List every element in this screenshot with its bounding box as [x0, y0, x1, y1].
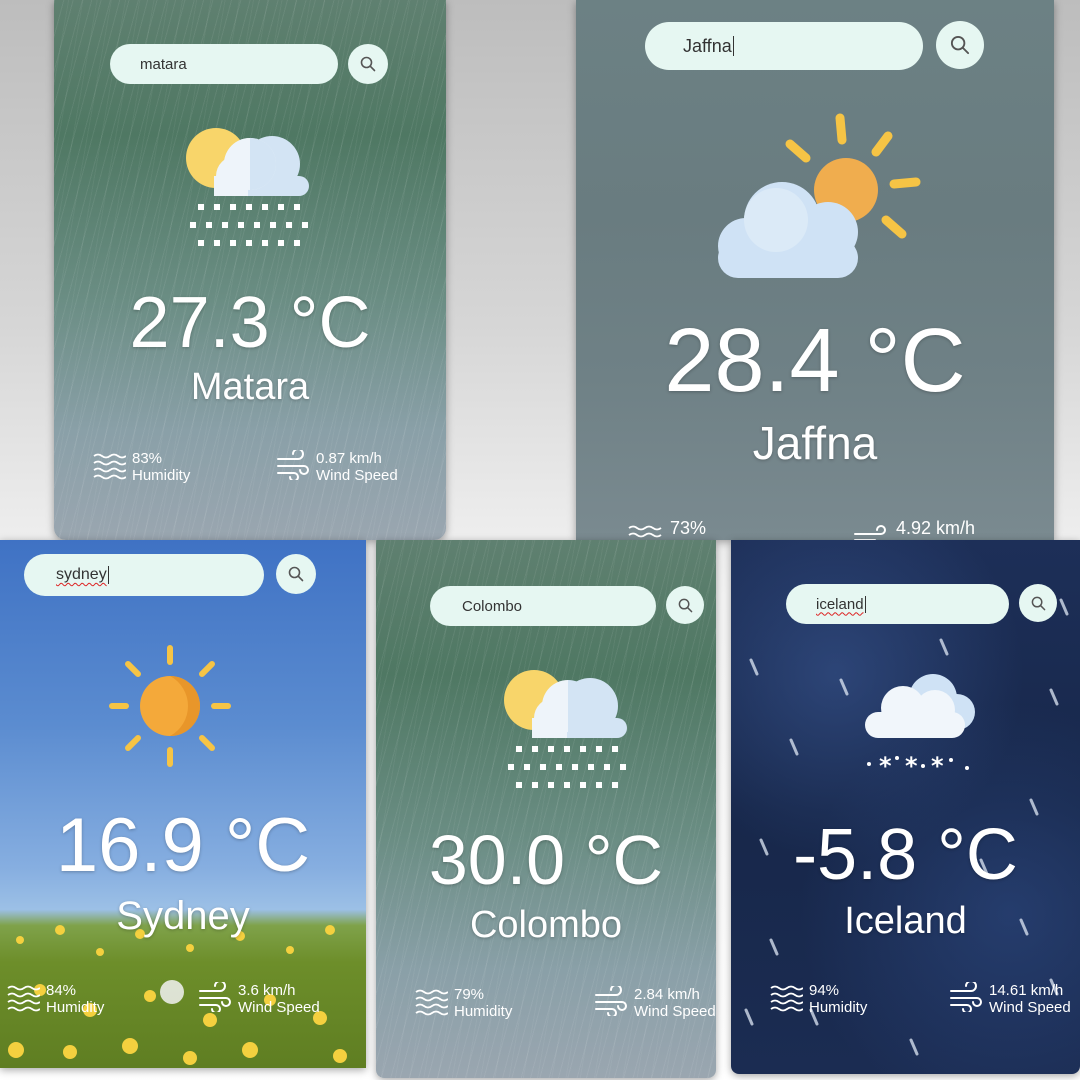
search-button[interactable] [1019, 584, 1057, 622]
wind-icon [595, 986, 627, 1016]
humidity-value: 83% [132, 450, 163, 467]
wind-label: Wind Speed [238, 999, 320, 1017]
wind-icon [854, 525, 886, 540]
city-name: Sydney [116, 894, 250, 938]
search-input-value: Jaffna [683, 35, 732, 56]
wind-icon [950, 982, 982, 1012]
search-button[interactable] [348, 44, 388, 84]
humidity-detail: 83% Humidity [92, 450, 190, 485]
humidity-value: 79% [454, 986, 485, 1003]
text-caret [107, 566, 109, 584]
humidity-detail: 73% [624, 518, 706, 540]
city-name: Iceland [844, 900, 967, 942]
city-name: Jaffna [752, 417, 878, 469]
humidity-label: Humidity [809, 999, 868, 1017]
waves-icon [7, 985, 40, 1012]
temperature: 16.9 °C [55, 803, 311, 888]
search-button[interactable] [666, 586, 704, 624]
temperature: 28.4 °C [664, 311, 966, 411]
wind-icon [277, 450, 309, 480]
wind-detail: 4.92 km/h [850, 518, 975, 540]
search-icon [360, 56, 376, 72]
humidity-detail: 84% Humidity [6, 982, 104, 1017]
waves-icon [415, 989, 448, 1016]
city-name: Colombo [469, 904, 623, 946]
wind-label: Wind Speed [989, 999, 1071, 1017]
wind-detail: 14.61 km/h Wind Speed [949, 982, 1071, 1017]
wind-value: 2.84 km/h [634, 986, 700, 1003]
search-input[interactable]: matara [110, 44, 338, 84]
svg-text:*: * [931, 752, 944, 778]
weather-card-iceland: iceland * * * -5.8 °C Iceland 94% Humidity [731, 540, 1080, 1074]
wind-value: 4.92 km/h [896, 518, 976, 538]
humidity-label: Humidity [454, 1003, 513, 1021]
wind-detail: 0.87 km/h Wind Speed [276, 450, 398, 485]
waves-icon [93, 453, 126, 480]
cloud-snow-icon: * * * [865, 674, 975, 778]
search-input[interactable]: sydney [24, 554, 264, 596]
search-input[interactable]: Jaffna [645, 22, 923, 70]
search-input[interactable]: Colombo [430, 586, 656, 626]
humidity-label: Humidity [46, 999, 105, 1017]
waves-icon [770, 985, 803, 1012]
temperature: -5.8 °C [793, 815, 1018, 895]
search-input-value: sydney [56, 566, 107, 583]
search-icon [288, 566, 304, 582]
weather-card-jaffna: Jaffna 28.4 °C Jaffna 73% 4.92 km/h [576, 0, 1054, 540]
wind-icon [199, 982, 231, 1012]
search-input[interactable]: iceland [786, 584, 1009, 624]
wind-label: Wind Speed [316, 467, 398, 485]
weather-card-sydney: sydney 16.9 °C Sydney 84% Humidity 3.6 k… [0, 540, 366, 1068]
search-input-value: iceland [816, 595, 864, 613]
wind-value: 3.6 km/h [238, 982, 296, 999]
weather-card-colombo: Colombo 30.0 °C Colombo 79% Humidity 2.8… [376, 540, 716, 1078]
waves-icon [628, 525, 662, 538]
wind-detail: 3.6 km/h Wind Speed [198, 982, 320, 1017]
humidity-value: 84% [46, 982, 77, 999]
wind-label: Wind Speed [634, 1003, 716, 1021]
humidity-detail: 94% Humidity [769, 982, 867, 1017]
wind-value: 0.87 km/h [316, 450, 382, 467]
temperature: 27.3 °C [129, 283, 371, 363]
svg-text:*: * [879, 752, 892, 778]
sun-cloud-rain-icon [504, 670, 627, 788]
temperature: 30.0 °C [428, 821, 664, 899]
wind-detail: 2.84 km/h Wind Speed [594, 986, 716, 1021]
search-button[interactable] [276, 554, 316, 594]
search-input-value: Colombo [462, 597, 523, 615]
humidity-value: 73% [670, 518, 707, 538]
sun-cloud-rain-icon [186, 128, 309, 246]
weather-card-matara: matara 27.3 °C Matara 83% Humidity 0.87 … [54, 0, 446, 540]
svg-text:*: * [905, 752, 918, 778]
search-icon [1031, 596, 1045, 610]
search-input-value: matara [140, 55, 187, 73]
search-icon [678, 598, 692, 612]
humidity-detail: 79% Humidity [414, 986, 512, 1021]
text-caret [732, 36, 734, 56]
humidity-label: Humidity [132, 467, 191, 485]
search-icon [950, 35, 970, 55]
search-button[interactable] [936, 21, 984, 69]
sun-icon [109, 645, 231, 767]
city-name: Matara [190, 366, 310, 408]
humidity-value: 94% [809, 982, 840, 999]
wind-value: 14.61 km/h [989, 982, 1064, 999]
text-caret [864, 595, 866, 613]
sun-behind-cloud-icon [718, 113, 921, 278]
